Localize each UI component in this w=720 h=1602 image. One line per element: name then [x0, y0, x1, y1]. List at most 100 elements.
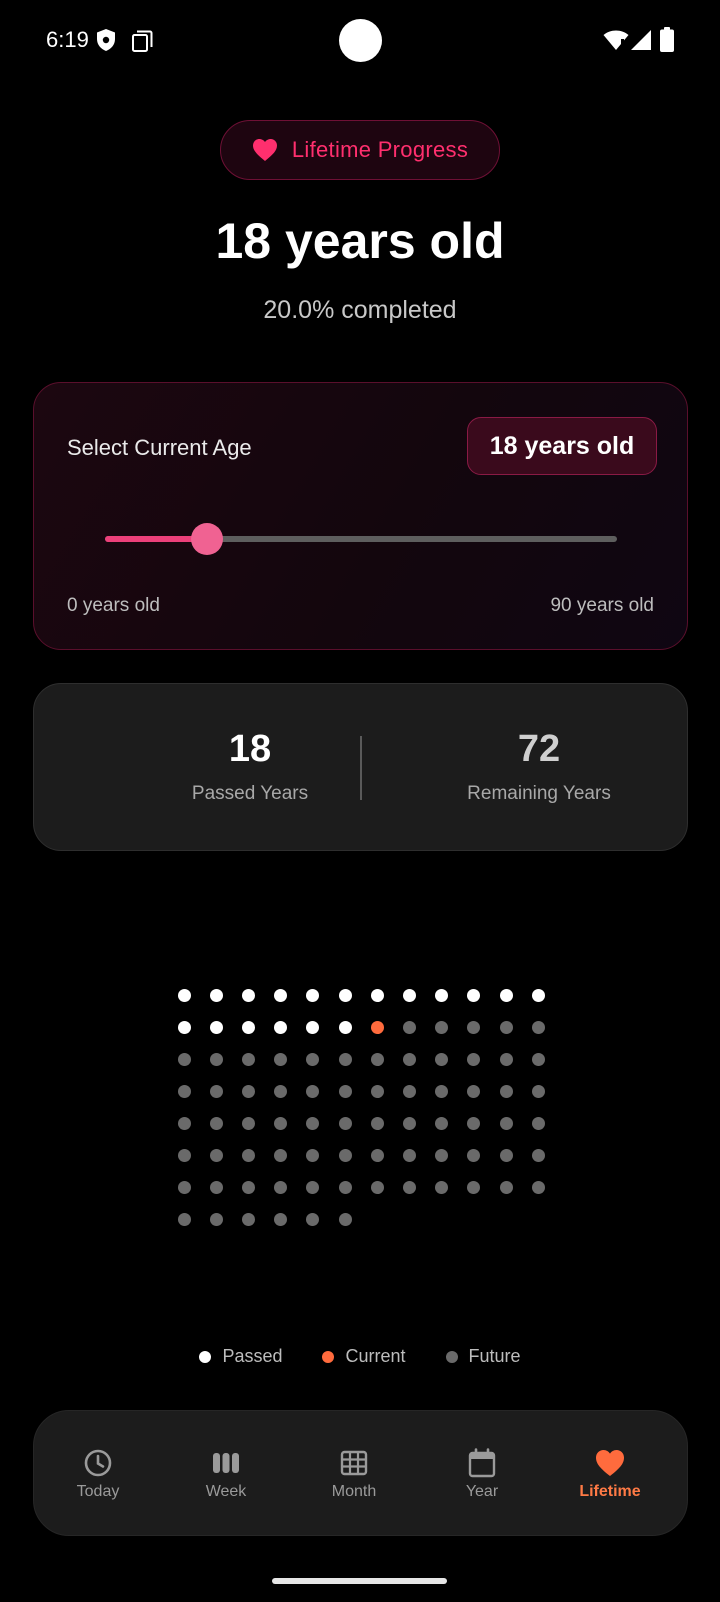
- year-dot-passed: [241, 1020, 255, 1034]
- legend-passed: Passed: [199, 1346, 282, 1367]
- year-dot-future: [370, 1084, 384, 1098]
- signal-icon: [631, 30, 651, 50]
- pill-label: Lifetime Progress: [291, 137, 469, 162]
- nav-week[interactable]: Week: [171, 1447, 281, 1501]
- year-dot-future: [241, 1116, 255, 1130]
- year-dot-future: [370, 1052, 384, 1066]
- year-dot-future: [402, 1052, 416, 1066]
- year-dot-future: [241, 1180, 255, 1194]
- year-dot-future: [435, 1116, 449, 1130]
- year-dot-future: [274, 1180, 288, 1194]
- sim-card-icon: [132, 30, 153, 52]
- battery-icon: [660, 27, 674, 52]
- remaining-years-stat: 72 Remaining Years: [414, 684, 664, 805]
- nav-month-label: Month: [331, 1483, 377, 1500]
- lifetime-progress-pill: Lifetime Progress: [220, 120, 500, 180]
- years-dot-grid: [0, 980, 720, 1240]
- year-dot-future: [209, 1084, 223, 1098]
- year-dot-future: [209, 1052, 223, 1066]
- year-dot-passed: [499, 988, 513, 1002]
- nav-month[interactable]: Month: [299, 1447, 409, 1501]
- nav-lifetime[interactable]: Lifetime: [555, 1447, 665, 1501]
- year-dot-passed: [370, 988, 384, 1002]
- year-dot-passed: [435, 988, 449, 1002]
- year-dot-passed: [274, 988, 288, 1002]
- year-dot-future: [274, 1148, 288, 1162]
- year-dot-future: [241, 1084, 255, 1098]
- year-dot-future: [177, 1084, 191, 1098]
- age-selector-label: Select Current Age: [67, 435, 252, 460]
- nav-year[interactable]: Year: [427, 1447, 537, 1501]
- year-dot-passed: [306, 988, 320, 1002]
- shield-icon: [97, 29, 115, 51]
- year-dot-passed: [531, 988, 545, 1002]
- year-dot-future: [531, 1020, 545, 1034]
- year-dot-future: [306, 1084, 320, 1098]
- week-bars-icon: [213, 1453, 239, 1473]
- wifi-icon: [603, 30, 629, 50]
- year-dot-passed: [467, 988, 481, 1002]
- year-dot-future: [531, 1052, 545, 1066]
- year-dot-future: [531, 1148, 545, 1162]
- age-slider[interactable]: [105, 523, 617, 555]
- clock-icon: [84, 1449, 112, 1477]
- nav-today-label: Today: [76, 1483, 120, 1500]
- year-dot-future: [402, 1148, 416, 1162]
- year-dot-passed: [274, 1020, 288, 1034]
- year-dot-future: [499, 1052, 513, 1066]
- year-dot-future: [241, 1148, 255, 1162]
- year-dot-future: [499, 1084, 513, 1098]
- page-title: 18 years old: [215, 213, 505, 269]
- legend-passed-dot: [199, 1350, 212, 1363]
- remaining-years-value: 72: [517, 728, 561, 770]
- year-dot-future: [467, 1180, 481, 1194]
- year-dot-future: [467, 1052, 481, 1066]
- year-dot-passed: [209, 988, 223, 1002]
- year-dot-future: [306, 1148, 320, 1162]
- year-dot-future: [306, 1116, 320, 1130]
- year-dot-future: [467, 1020, 481, 1034]
- year-dot-future: [338, 1148, 352, 1162]
- grid-icon: [340, 1450, 368, 1476]
- year-dot-future: [370, 1116, 384, 1130]
- year-dot-future: [370, 1180, 384, 1194]
- home-indicator[interactable]: [272, 1578, 447, 1584]
- nav-today[interactable]: Today: [43, 1447, 153, 1501]
- years-stats-card: 18 Passed Years 72 Remaining Years: [33, 683, 688, 851]
- stats-divider: [360, 736, 362, 800]
- age-slider-thumb[interactable]: [191, 523, 224, 555]
- status-bar: 6:19: [0, 0, 720, 80]
- year-dot-future: [306, 1052, 320, 1066]
- year-dot-future: [338, 1116, 352, 1130]
- year-dot-future: [274, 1084, 288, 1098]
- year-dot-future: [402, 1116, 416, 1130]
- nav-lifetime-label: Lifetime: [579, 1483, 641, 1500]
- year-dot-passed: [338, 1020, 352, 1034]
- year-dot-future: [209, 1212, 223, 1226]
- passed-years-label: Passed Years: [191, 783, 309, 804]
- year-dot-future: [402, 1180, 416, 1194]
- year-dot-future: [177, 1180, 191, 1194]
- year-dot-future: [177, 1116, 191, 1130]
- year-dot-future: [499, 1020, 513, 1034]
- year-dot-future: [177, 1052, 191, 1066]
- year-dot-future: [435, 1180, 449, 1194]
- age-value-chip: 18 years old: [467, 417, 657, 475]
- legend-passed-label: Passed: [222, 1346, 283, 1366]
- year-dot-future: [467, 1084, 481, 1098]
- year-dot-passed: [306, 1020, 320, 1034]
- legend-future-dot: [445, 1350, 458, 1363]
- year-dot-future: [435, 1084, 449, 1098]
- year-dot-future: [499, 1116, 513, 1130]
- year-dot-future: [531, 1116, 545, 1130]
- year-dot-future: [306, 1180, 320, 1194]
- year-dot-passed: [338, 988, 352, 1002]
- year-dot-future: [306, 1212, 320, 1226]
- year-dot-future: [177, 1212, 191, 1226]
- year-dot-future: [402, 1084, 416, 1098]
- legend: Passed Current Future: [0, 1346, 720, 1367]
- year-dot-passed: [402, 988, 416, 1002]
- legend-future-label: Future: [468, 1346, 521, 1366]
- passed-years-stat: 18 Passed Years: [125, 684, 375, 805]
- year-dot-future: [338, 1180, 352, 1194]
